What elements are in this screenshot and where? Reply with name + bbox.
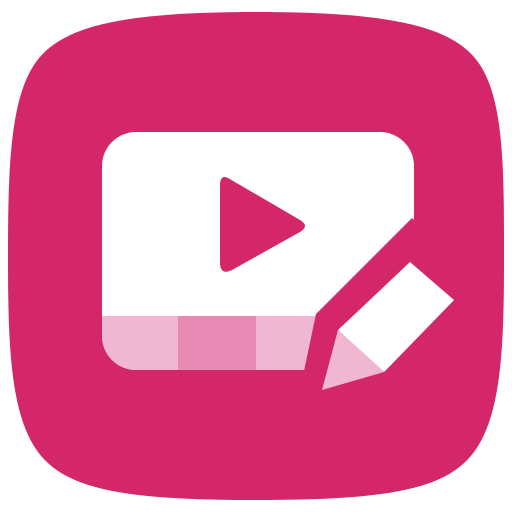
timeline-segment-2 [178, 316, 256, 370]
app-icon-graphic [8, 12, 504, 500]
video-editor-app-icon[interactable] [0, 0, 512, 512]
